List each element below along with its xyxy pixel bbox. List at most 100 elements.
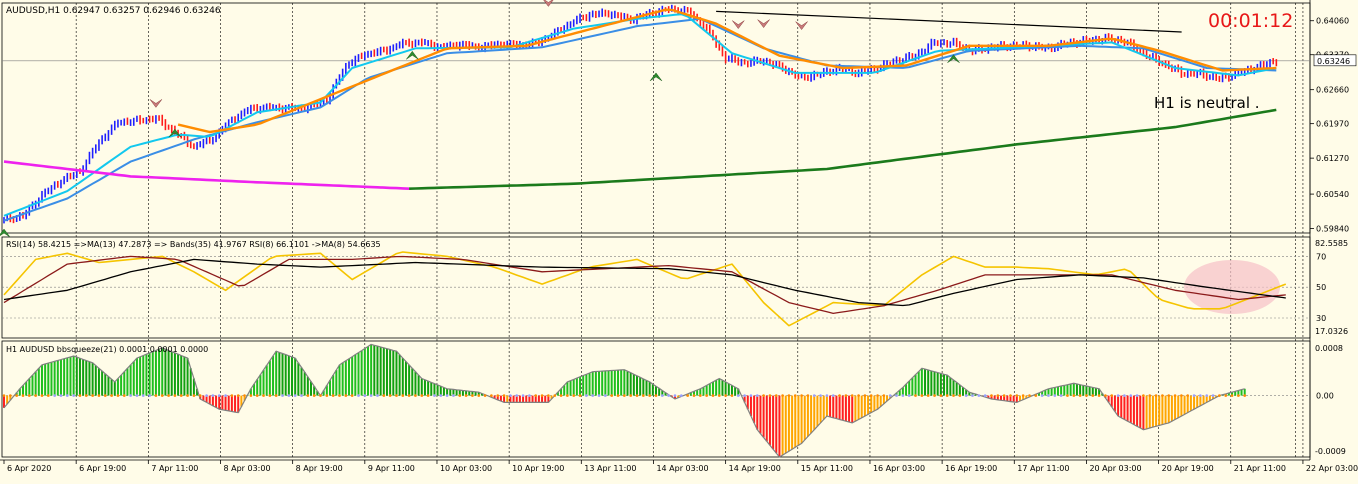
squeeze-dot — [623, 394, 626, 397]
squeeze-dot — [300, 394, 303, 397]
squeeze-dot — [1211, 394, 1215, 397]
squeeze-dot — [458, 394, 462, 397]
time-label: 8 Apr 03:00 — [223, 464, 270, 473]
squeeze-dot — [1192, 394, 1196, 397]
squeeze-dot — [673, 394, 677, 397]
squeeze-dot — [724, 394, 727, 397]
neutral-annotation: H1 is neutral . — [1154, 94, 1260, 112]
rsi-level-label: 50 — [1316, 283, 1326, 292]
squeeze-dot — [173, 394, 177, 397]
squeeze-dot — [762, 394, 765, 397]
squeeze-dot — [217, 394, 221, 397]
squeeze-dot — [1142, 394, 1145, 397]
squeeze-dot — [141, 394, 145, 397]
time-label: 17 Apr 11:00 — [1017, 464, 1069, 473]
squeeze-dot — [876, 394, 879, 397]
time-label: 21 Apr 11:00 — [1234, 464, 1286, 473]
squeeze-dot — [395, 394, 398, 397]
squeeze-dot — [1110, 394, 1114, 397]
squeeze-dot — [1066, 394, 1069, 397]
squeeze-dot — [844, 394, 848, 397]
squeeze-dot — [749, 394, 753, 397]
squeeze-dot — [629, 394, 632, 397]
squeeze-dot — [1072, 394, 1076, 397]
squeeze-dot — [439, 394, 443, 397]
squeeze-dot — [983, 394, 987, 397]
squeeze-dot — [249, 394, 253, 397]
trading-chart[interactable]: 6 Apr 2020 6 Apr 19:00 7 Apr 11:00 8 Apr 03… — [0, 0, 1358, 480]
squeeze-dot — [445, 394, 449, 397]
squeeze-dot — [774, 394, 778, 397]
squeeze-dot — [21, 394, 25, 397]
squeeze-dot — [977, 394, 981, 397]
time-label: 13 Apr 11:00 — [584, 464, 636, 473]
squeeze-dot — [654, 394, 658, 397]
squeeze-dot — [274, 394, 278, 397]
squeeze-dot — [1034, 394, 1038, 397]
squeeze-dot — [787, 394, 791, 397]
squeeze-dot — [711, 394, 715, 397]
squeeze-dot — [730, 394, 734, 397]
squeeze-dot — [920, 394, 924, 397]
squeeze-dot — [591, 394, 594, 397]
squeeze-dot — [819, 394, 822, 397]
squeeze-dot — [755, 394, 759, 397]
squeeze-dot — [338, 394, 341, 397]
squeeze-dot — [59, 394, 63, 397]
squeeze-dot — [996, 394, 1000, 397]
squeeze-dot — [116, 394, 120, 397]
squeeze-dot — [15, 394, 18, 397]
squeeze-dot — [1161, 394, 1164, 397]
squeeze-header: H1 AUDUSD bbsqueeze(21) 0.0001 0.0001 0.… — [6, 345, 208, 354]
squeeze-dot — [452, 394, 455, 397]
squeeze-dot — [2, 394, 6, 397]
squeeze-dot — [230, 394, 234, 397]
squeeze-dot — [477, 394, 481, 397]
squeeze-dot — [9, 394, 12, 397]
squeeze-dot — [154, 394, 158, 397]
squeeze-dot — [806, 394, 810, 397]
time-label: 20 Apr 03:00 — [1089, 464, 1141, 473]
time-label: 16 Apr 03:00 — [873, 464, 925, 473]
squeeze-dot — [857, 394, 860, 397]
squeeze-dot — [926, 394, 930, 397]
squeeze-dot — [350, 394, 354, 397]
squeeze-dot — [198, 394, 202, 397]
rsi-max-label: 82.5585 — [1315, 239, 1348, 248]
squeeze-dot — [933, 394, 936, 397]
squeeze-dot — [1002, 394, 1006, 397]
squeeze-dot — [420, 394, 424, 397]
squeeze-dot — [793, 394, 797, 397]
squeeze-dot — [407, 394, 411, 397]
squeeze-dot — [401, 394, 405, 397]
squeeze-dot — [585, 394, 588, 397]
squeeze-dot — [243, 394, 246, 397]
squeeze-dot — [414, 394, 417, 397]
chart-svg[interactable]: 6 Apr 2020 6 Apr 19:00 7 Apr 11:00 8 Apr 03… — [0, 0, 1358, 480]
squeeze-dot — [768, 394, 772, 397]
squeeze-dot — [1116, 394, 1120, 397]
time-label: 22 Apr 03:00 — [1306, 464, 1358, 473]
time-label: 7 Apr 11:00 — [151, 464, 198, 473]
squeeze-zero-label: 0.00 — [1316, 392, 1334, 401]
squeeze-dot — [939, 394, 943, 397]
squeeze-dot — [838, 394, 841, 397]
squeeze-min-label: -0.0009 — [1315, 447, 1346, 456]
squeeze-dot — [268, 394, 272, 397]
squeeze-dot — [597, 394, 601, 397]
squeeze-dot — [1059, 394, 1063, 397]
squeeze-dot — [205, 394, 208, 397]
squeeze-dot — [616, 394, 620, 397]
squeeze-dot — [705, 394, 708, 397]
squeeze-dot — [1218, 394, 1221, 397]
squeeze-dot — [262, 394, 265, 397]
squeeze-dot — [1078, 394, 1082, 397]
squeeze-dot — [281, 394, 284, 397]
squeeze-dot — [34, 394, 37, 397]
squeeze-dot — [72, 394, 75, 397]
squeeze-dot — [781, 394, 784, 397]
squeeze-dot — [103, 394, 107, 397]
squeeze-dot — [319, 394, 322, 397]
squeeze-max-label: 0.0008 — [1315, 344, 1343, 353]
price-label: 0.62660 — [1316, 86, 1349, 95]
